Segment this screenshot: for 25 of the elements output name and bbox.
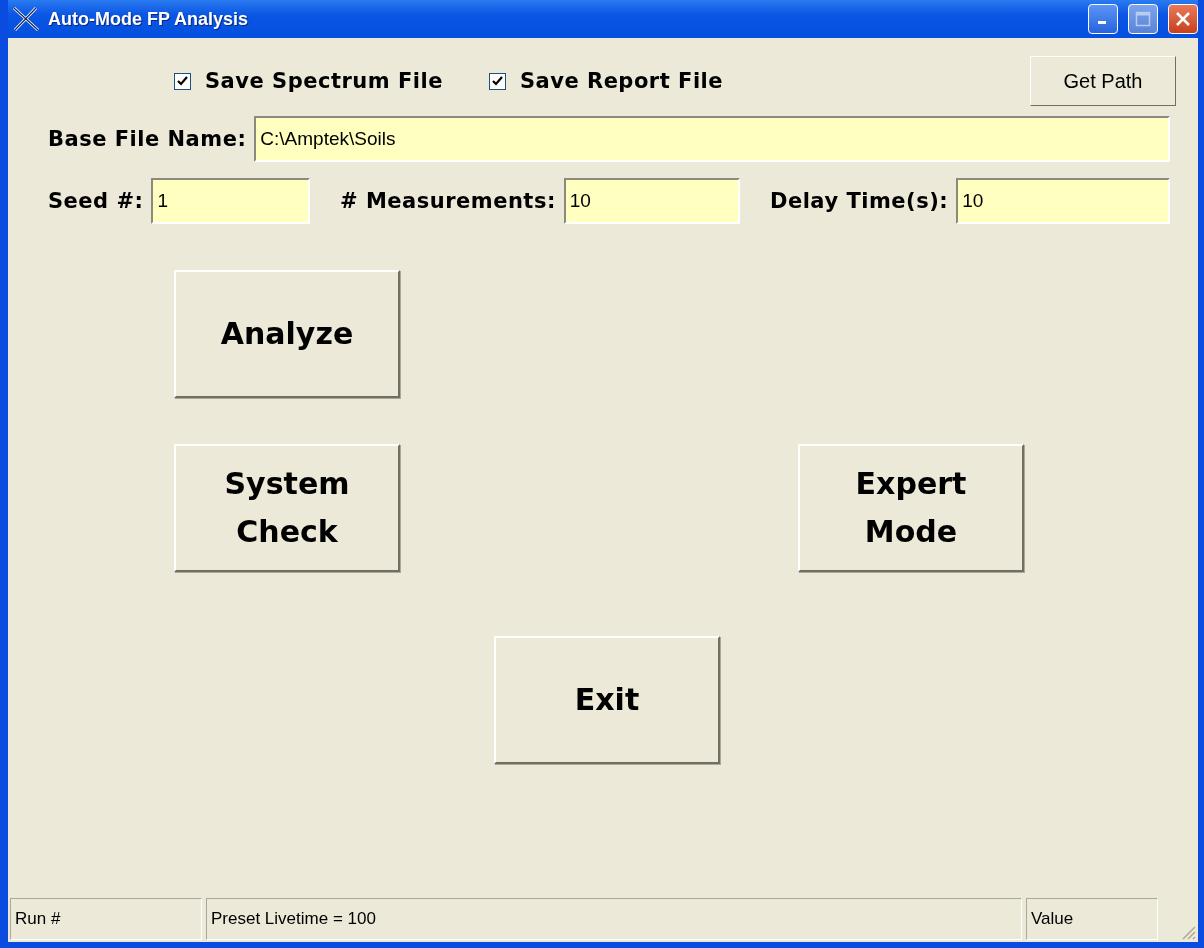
status-text: Preset Livetime = 100 (206, 898, 1022, 940)
checkbox-label: Save Spectrum File (205, 69, 443, 93)
field-label: Delay Time(s): (770, 189, 949, 213)
checkbox[interactable] (174, 72, 191, 90)
text-field[interactable]: 10 (563, 178, 740, 224)
checkbox-label: Save Report File (519, 69, 724, 93)
maximize-icon[interactable] (1128, 4, 1158, 34)
action-button[interactable]: Exit (494, 636, 720, 764)
text-field[interactable]: 10 (956, 178, 1170, 224)
text-field[interactable]: C:\Amptek\Soils (254, 116, 1170, 162)
action-button[interactable]: System Check (174, 444, 400, 572)
status-text: Run # (10, 898, 202, 940)
action-button[interactable]: Expert Mode (798, 444, 1024, 572)
field-label: # Measurements: (340, 189, 556, 213)
close-icon[interactable] (1168, 4, 1198, 34)
app-icon (12, 6, 40, 32)
field-label: Base File Name: (48, 127, 247, 151)
field-label: Seed #: (48, 189, 144, 213)
get-path-button[interactable]: Get Path (1030, 56, 1176, 106)
window-title: Auto-Mode FP Analysis (48, 8, 250, 30)
action-button[interactable]: Analyze (174, 270, 400, 398)
status-text: Value (1026, 898, 1158, 940)
checkbox[interactable] (488, 72, 506, 90)
text-field[interactable]: 1 (151, 178, 310, 224)
minimize-icon[interactable] (1088, 4, 1118, 34)
